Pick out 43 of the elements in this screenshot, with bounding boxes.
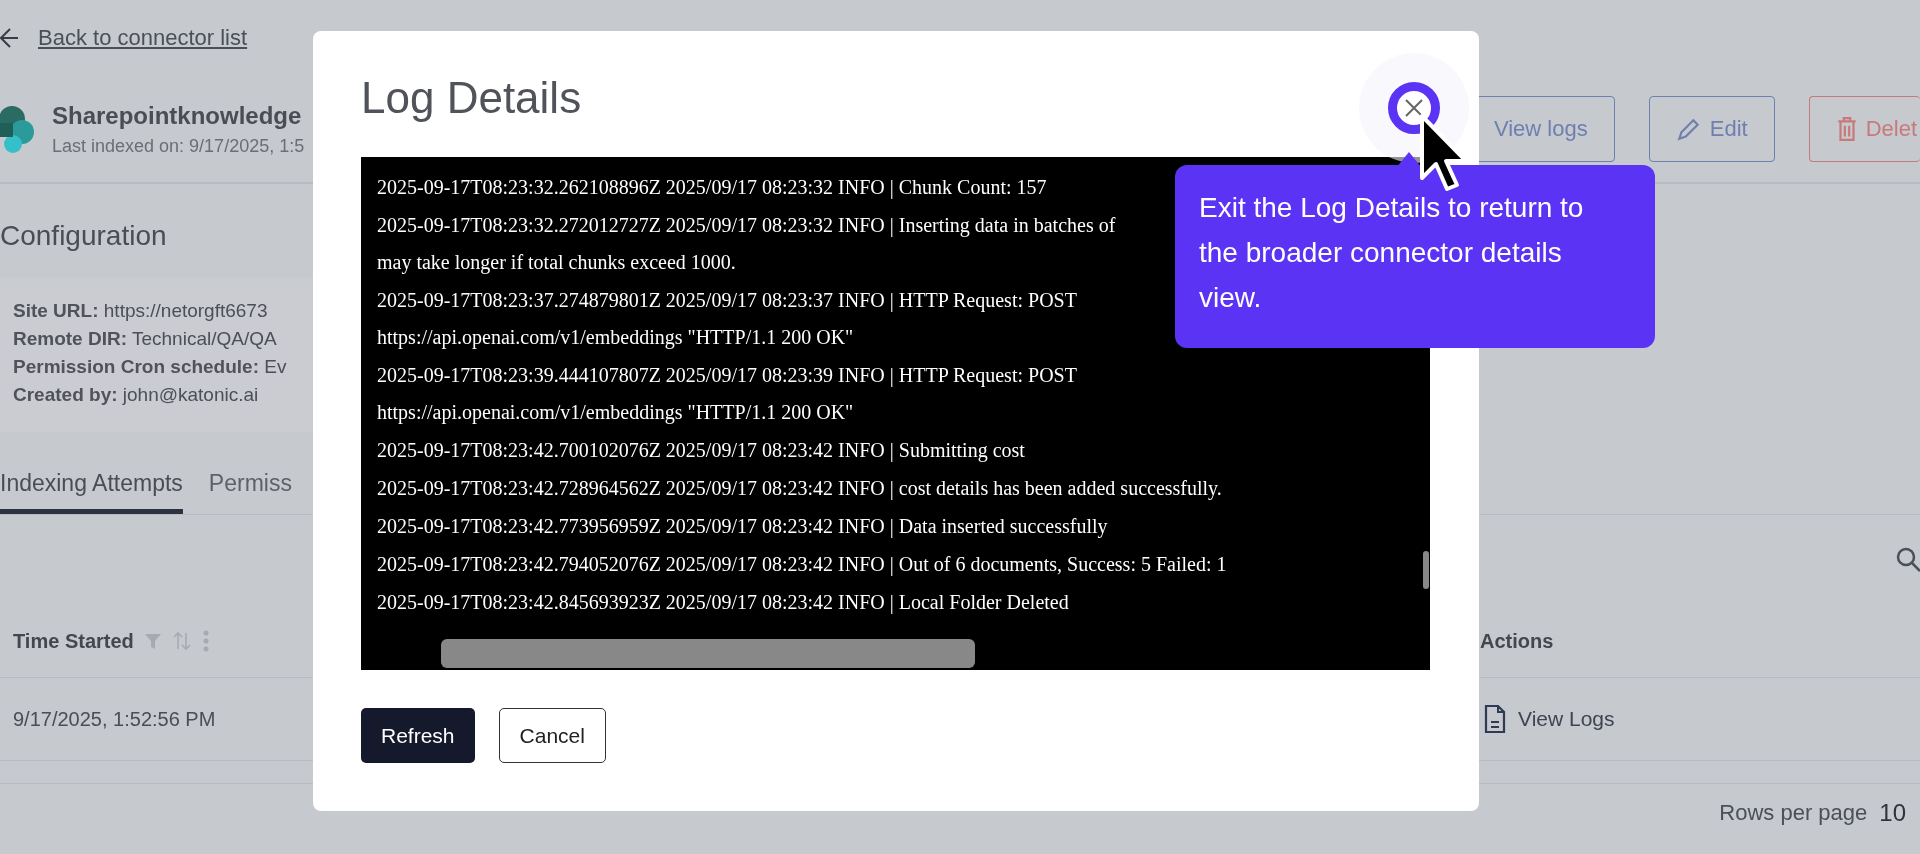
back-arrow-icon[interactable] [0, 27, 18, 49]
log-line: 2025-09-17T08:23:42.728964562Z 2025/09/17 08:23:42 INFO | cost details has been added successfully. [377, 476, 1222, 502]
view-logs-link[interactable]: View Logs [1480, 704, 1920, 734]
log-line: 2025-09-17T08:23:39.444107807Z 2025/09/17 08:23:39 INFO | HTTP Request: POST [377, 363, 1077, 389]
rows-per-page-select[interactable]: 10 [1879, 799, 1906, 827]
tab[interactable]: Permiss [208, 470, 292, 514]
log-line: 2025-09-17T08:23:32.262108896Z 2025/09/17 08:23:32 INFO | Chunk Count: 157 [377, 175, 1047, 201]
log-line: https://api.openai.com/v1/embeddings "HTTP/1.1 200 OK" [377, 400, 854, 426]
connector-name: Sharepointknowledge [52, 101, 303, 130]
log-line: 2025-09-17T08:23:42.845693923Z 2025/09/17 08:23:42 INFO | Local Folder Deleted [377, 590, 1069, 616]
rows-per-page-label: Rows per page [1719, 800, 1868, 826]
column-header: Actions [1480, 629, 1554, 652]
tooltip: Exit the Log Details to return to the broader connector details view. [1175, 165, 1655, 348]
log-line: 2025-09-17T08:23:32.272012727Z 2025/09/17 08:23:32 INFO | Inserting data in batches of [377, 213, 1116, 239]
log-line: 2025-09-17T08:23:37.274879801Z 2025/09/17 08:23:37 INFO | HTTP Request: POST [377, 288, 1077, 314]
modal-title: Log Details [361, 72, 582, 124]
trash-icon [1835, 116, 1858, 142]
close-icon [1403, 97, 1425, 119]
log-line: https://api.openai.com/v1/embeddings "HTTP/1.1 200 OK" [377, 325, 854, 351]
back-link[interactable]: Back to connector list [38, 25, 248, 51]
filter-icon[interactable] [143, 632, 162, 650]
log-line: 2025-09-17T08:23:42.773956959Z 2025/09/17 08:23:42 INFO | Data inserted successfully [377, 514, 1108, 540]
log-line: 2025-09-17T08:23:42.700102076Z 2025/09/17 08:23:42 INFO | Submitting cost [377, 438, 1025, 464]
config-field: Remote DIR: Technical/QA/QA [13, 328, 313, 350]
refresh-button[interactable]: Refresh [361, 708, 475, 763]
section-title: Configuration [0, 220, 167, 253]
scrollbar-thumb[interactable] [441, 639, 975, 668]
cancel-button[interactable]: Cancel [498, 708, 606, 763]
tab[interactable]: Indexing Attempts [0, 470, 183, 514]
config-field: Created by: john@katonic.ai [13, 384, 313, 406]
last-indexed-text: Last indexed on: 9/17/2025, 1:5 [52, 135, 305, 157]
document-icon [1484, 704, 1506, 734]
sort-icon[interactable] [171, 631, 192, 651]
column-header[interactable]: Time Started [13, 629, 134, 653]
table-cell-text: 9/17/2025, 1:52:56 PM [12, 707, 217, 731]
config-field: Site URL: https://netorgft6673 [13, 300, 313, 322]
kebab-menu-icon[interactable] [201, 630, 210, 652]
scrollbar-thumb[interactable] [1423, 551, 1429, 589]
config-field: Permission Cron schedule: Ev [13, 356, 313, 378]
log-line: may take longer if total chunks exceed 1000. [377, 250, 736, 276]
pencil-icon [1675, 116, 1702, 142]
log-line: 2025-09-17T08:23:42.794052076Z 2025/09/17 08:23:42 INFO | Out of 6 documents, Success: 5 Failed: 1 [377, 552, 1227, 578]
search-icon[interactable] [1896, 547, 1920, 573]
